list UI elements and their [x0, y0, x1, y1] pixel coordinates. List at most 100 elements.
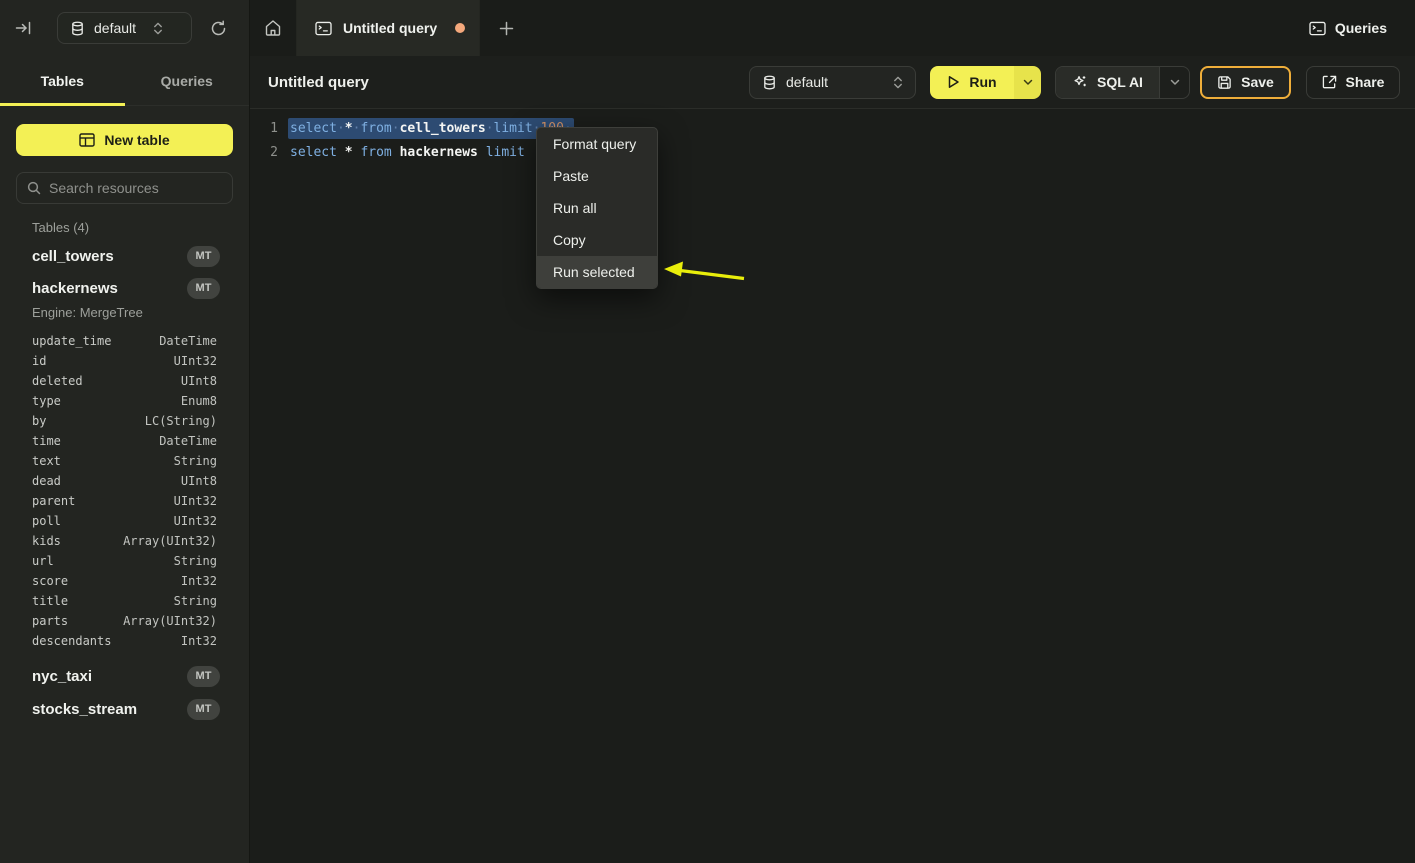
table-name: cell_towers	[32, 248, 114, 265]
column-name: update_time	[32, 334, 111, 348]
search-icon	[27, 181, 41, 195]
sidebar-body: New table Tables (4) cell_towers MT hack…	[0, 106, 249, 722]
column-name: id	[32, 354, 46, 368]
menu-item-paste[interactable]: Paste	[537, 160, 657, 192]
engine-badge: MT	[187, 666, 220, 687]
column-row: parent UInt32	[16, 491, 233, 511]
sidebar-tab-queries[interactable]: Queries	[125, 56, 250, 105]
run-split-button: Run	[930, 66, 1041, 99]
tab-untitled-query[interactable]: Untitled query	[297, 0, 480, 56]
column-name: parent	[32, 494, 75, 508]
table-name: stocks_stream	[32, 701, 137, 718]
selected-text: select·*·from·cell_towers·limit·100·	[288, 118, 574, 139]
topbar-left-section: default	[0, 0, 250, 56]
column-name: url	[32, 554, 54, 568]
column-name: parts	[32, 614, 68, 628]
sidebar-tab-tables[interactable]: Tables	[0, 56, 125, 105]
top-bar: default Untitled query	[0, 0, 1415, 56]
sql-ai-split-button: SQL AI	[1055, 66, 1190, 99]
save-button[interactable]: Save	[1200, 66, 1291, 99]
run-button-label: Run	[969, 74, 996, 90]
column-name: deleted	[32, 374, 83, 388]
run-options-button[interactable]	[1014, 66, 1041, 99]
column-type: UInt32	[174, 354, 217, 368]
terminal-icon	[315, 21, 332, 36]
column-type: Int32	[181, 634, 217, 648]
column-row: descendantsInt32	[16, 631, 233, 651]
column-type: String	[174, 554, 217, 568]
refresh-button[interactable]	[196, 0, 240, 56]
column-row: poll UInt32	[16, 511, 233, 531]
column-type: Array(UInt32)	[123, 614, 217, 628]
table-item-stocks-stream[interactable]: stocks_stream MT	[16, 696, 233, 722]
column-name: type	[32, 394, 61, 408]
search-input[interactable]	[49, 180, 230, 196]
column-row: parts Array(UInt32)	[16, 611, 233, 631]
tables-section-label: Tables (4)	[16, 220, 233, 236]
sql-ai-button[interactable]: SQL AI	[1056, 67, 1159, 98]
column-row: titleString	[16, 591, 233, 611]
column-name: poll	[32, 514, 61, 528]
updown-chevron-icon	[153, 22, 163, 35]
unsaved-indicator-dot	[455, 23, 465, 33]
query-header: Untitled query default Run	[250, 56, 1415, 109]
collapse-sidebar-icon	[15, 20, 31, 36]
sql-editor[interactable]: 1 select·*·from·cell_towers·limit·100· 2…	[250, 110, 1415, 863]
code-line-2[interactable]: 2 select * from hackernews limit	[250, 140, 1415, 164]
column-type: DateTime	[159, 434, 217, 448]
sidebar-tabs: Tables Queries	[0, 56, 249, 106]
table-item-cell-towers[interactable]: cell_towers MT	[16, 243, 233, 269]
home-icon	[264, 19, 282, 37]
column-type: UInt8	[181, 474, 217, 488]
play-icon	[947, 75, 960, 89]
query-toolbar: default Run SQL A	[749, 66, 1400, 99]
query-title: Untitled query	[268, 74, 369, 91]
home-tab[interactable]	[250, 0, 297, 56]
table-item-nyc-taxi[interactable]: nyc_taxi MT	[16, 663, 233, 689]
tab-label: Untitled query	[343, 20, 437, 36]
chevron-down-icon	[1170, 79, 1180, 86]
queries-button[interactable]: Queries	[1309, 20, 1387, 36]
menu-item-run-selected[interactable]: Run selected	[537, 256, 657, 288]
code-line-1[interactable]: 1 select·*·from·cell_towers·limit·100·	[250, 116, 1415, 140]
new-tab-button[interactable]	[480, 0, 532, 56]
plus-icon	[499, 21, 514, 36]
chevron-down-icon	[1023, 79, 1033, 86]
database-selector[interactable]: default	[57, 12, 192, 44]
menu-item-copy[interactable]: Copy	[537, 224, 657, 256]
column-type: Int32	[181, 574, 217, 588]
engine-badge: MT	[187, 699, 220, 720]
menu-item-format-query[interactable]: Format query	[537, 128, 657, 160]
column-name: score	[32, 574, 68, 588]
code-text: select * from hackernews limit	[290, 145, 525, 160]
engine-badge: MT	[187, 278, 220, 299]
table-name: nyc_taxi	[32, 668, 92, 685]
tab-strip: Untitled query Queries	[250, 0, 1415, 56]
column-type: UInt32	[174, 494, 217, 508]
share-icon	[1322, 75, 1337, 90]
run-button[interactable]: Run	[930, 66, 1014, 99]
sidebar: Tables Queries New table Tables (4) cell…	[0, 56, 250, 863]
save-button-label: Save	[1241, 74, 1274, 90]
table-item-hackernews[interactable]: hackernews MT	[16, 275, 233, 301]
context-menu: Format query Paste Run all Copy Run sele…	[536, 127, 658, 289]
new-table-button[interactable]: New table	[16, 124, 233, 156]
column-row: time DateTime	[16, 431, 233, 451]
column-name: by	[32, 414, 46, 428]
new-table-label: New table	[104, 132, 169, 148]
share-button[interactable]: Share	[1306, 66, 1400, 99]
database-icon	[762, 75, 777, 90]
column-row: update_timeDateTime	[16, 331, 233, 351]
toolbar-database-value: default	[786, 74, 828, 90]
column-row: kidsArray(UInt32)	[16, 531, 233, 551]
sql-ai-options-button[interactable]	[1159, 67, 1189, 98]
column-type: String	[174, 594, 217, 608]
column-row: byLC(String)	[16, 411, 233, 431]
column-name: time	[32, 434, 61, 448]
line-number: 2	[250, 145, 278, 160]
code-text: select·*·from·cell_towers·limit·100·	[290, 121, 574, 136]
menu-item-run-all[interactable]: Run all	[537, 192, 657, 224]
toolbar-database-selector[interactable]: default	[749, 66, 916, 99]
column-type: UInt32	[174, 514, 217, 528]
collapse-sidebar-button[interactable]	[0, 0, 46, 56]
